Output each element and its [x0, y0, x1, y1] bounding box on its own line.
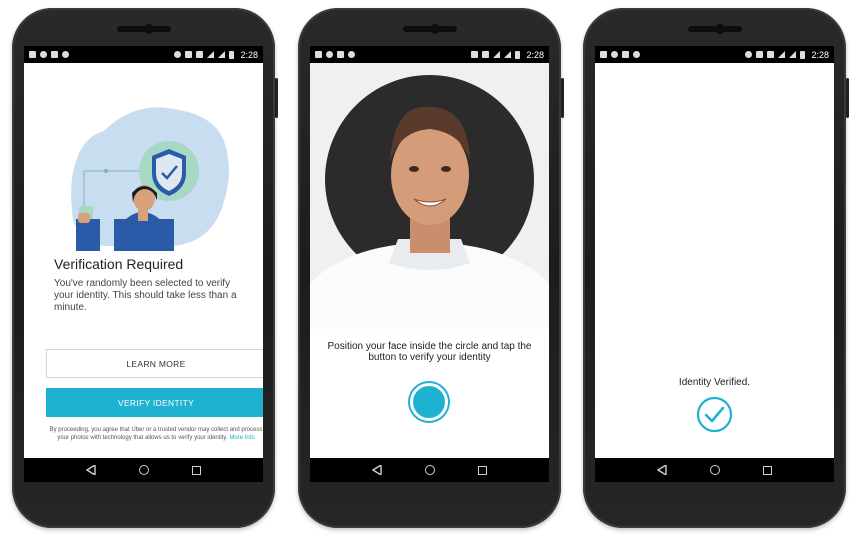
front-camera — [430, 24, 440, 34]
vibrate-icon — [196, 51, 204, 58]
android-notification-icon — [348, 51, 355, 58]
clock: 2:28 — [240, 49, 258, 60]
navigation-bar — [24, 458, 263, 482]
capture-instruction: Position your face inside the circle and… — [327, 341, 532, 363]
bluetooth-icon — [471, 51, 479, 58]
recent-apps-icon[interactable] — [763, 465, 773, 475]
identity-verified-text: Identity Verified. — [678, 377, 751, 388]
home-icon[interactable] — [709, 465, 720, 475]
location-icon — [745, 51, 753, 58]
consent-text: By proceeding, you agree that Uber or a … — [46, 427, 263, 442]
identity-illustration — [71, 107, 229, 251]
side-button — [846, 78, 849, 118]
signal-icon — [789, 51, 797, 58]
front-camera — [144, 24, 154, 34]
more-info-link[interactable]: More Info — [229, 435, 254, 441]
clock: 2:28 — [526, 49, 544, 60]
verification-required-screen: 2:28 Verification Required You've random… — [24, 46, 263, 482]
sim-notification-icon — [51, 51, 58, 58]
verification-description: You've randomly been selected to verify … — [54, 278, 237, 313]
android-notification-icon — [633, 51, 640, 58]
wifi-icon — [493, 51, 501, 58]
wifi-icon — [207, 51, 215, 58]
vibrate-icon — [482, 51, 490, 58]
face-capture-screen: 2:28 Position your face inside the circl… — [310, 46, 549, 482]
verify-identity-button[interactable]: VERIFY IDENTITY — [46, 388, 263, 417]
phone-1: 2:28 Verification Required You've random… — [12, 8, 278, 528]
phone-3: 2:28 Identity Verified. — [583, 8, 849, 528]
verify-identity-label: VERIFY IDENTITY — [117, 397, 195, 408]
side-button — [561, 78, 564, 118]
verification-title: Verification Required — [54, 256, 184, 272]
status-bar: 2:28 — [24, 46, 263, 63]
bluetooth-icon — [756, 51, 764, 58]
back-icon[interactable] — [371, 465, 382, 475]
checkmark-circle-icon — [696, 396, 733, 433]
side-button — [275, 78, 278, 118]
navigation-bar — [310, 458, 549, 482]
location-icon — [174, 51, 182, 58]
image-notification-icon — [315, 51, 322, 58]
pinwheel-notification-icon — [40, 51, 47, 58]
navigation-bar — [595, 458, 834, 482]
sim-notification-icon — [337, 51, 344, 58]
signal-icon — [504, 51, 512, 58]
battery-icon — [229, 50, 235, 59]
recent-apps-icon[interactable] — [478, 465, 488, 475]
home-icon[interactable] — [424, 465, 435, 475]
learn-more-button[interactable]: LEARN MORE — [46, 349, 263, 378]
learn-more-label: LEARN MORE — [126, 358, 186, 369]
sim-notification-icon — [622, 51, 629, 58]
back-icon[interactable] — [656, 465, 667, 475]
bluetooth-icon — [185, 51, 193, 58]
image-notification-icon — [600, 51, 607, 58]
wifi-icon — [778, 51, 786, 58]
vibrate-icon — [767, 51, 775, 58]
person-photo — [310, 106, 549, 329]
back-icon[interactable] — [85, 465, 96, 475]
android-notification-icon — [62, 51, 69, 58]
status-bar: 2:28 — [595, 46, 834, 63]
camera-preview — [310, 63, 549, 329]
battery-icon — [515, 50, 521, 59]
battery-icon — [800, 50, 806, 59]
front-camera — [715, 24, 725, 34]
signal-icon — [218, 51, 226, 58]
status-bar: 2:28 — [310, 46, 549, 63]
clock: 2:28 — [811, 49, 829, 60]
recent-apps-icon[interactable] — [192, 465, 202, 475]
phone-2: 2:28 Position your face inside the circl… — [298, 8, 564, 528]
pinwheel-notification-icon — [326, 51, 333, 58]
pinwheel-notification-icon — [611, 51, 618, 58]
image-notification-icon — [29, 51, 36, 58]
capture-button[interactable] — [410, 383, 448, 421]
identity-verified-screen: 2:28 Identity Verified. — [595, 46, 834, 482]
home-icon[interactable] — [138, 465, 149, 475]
